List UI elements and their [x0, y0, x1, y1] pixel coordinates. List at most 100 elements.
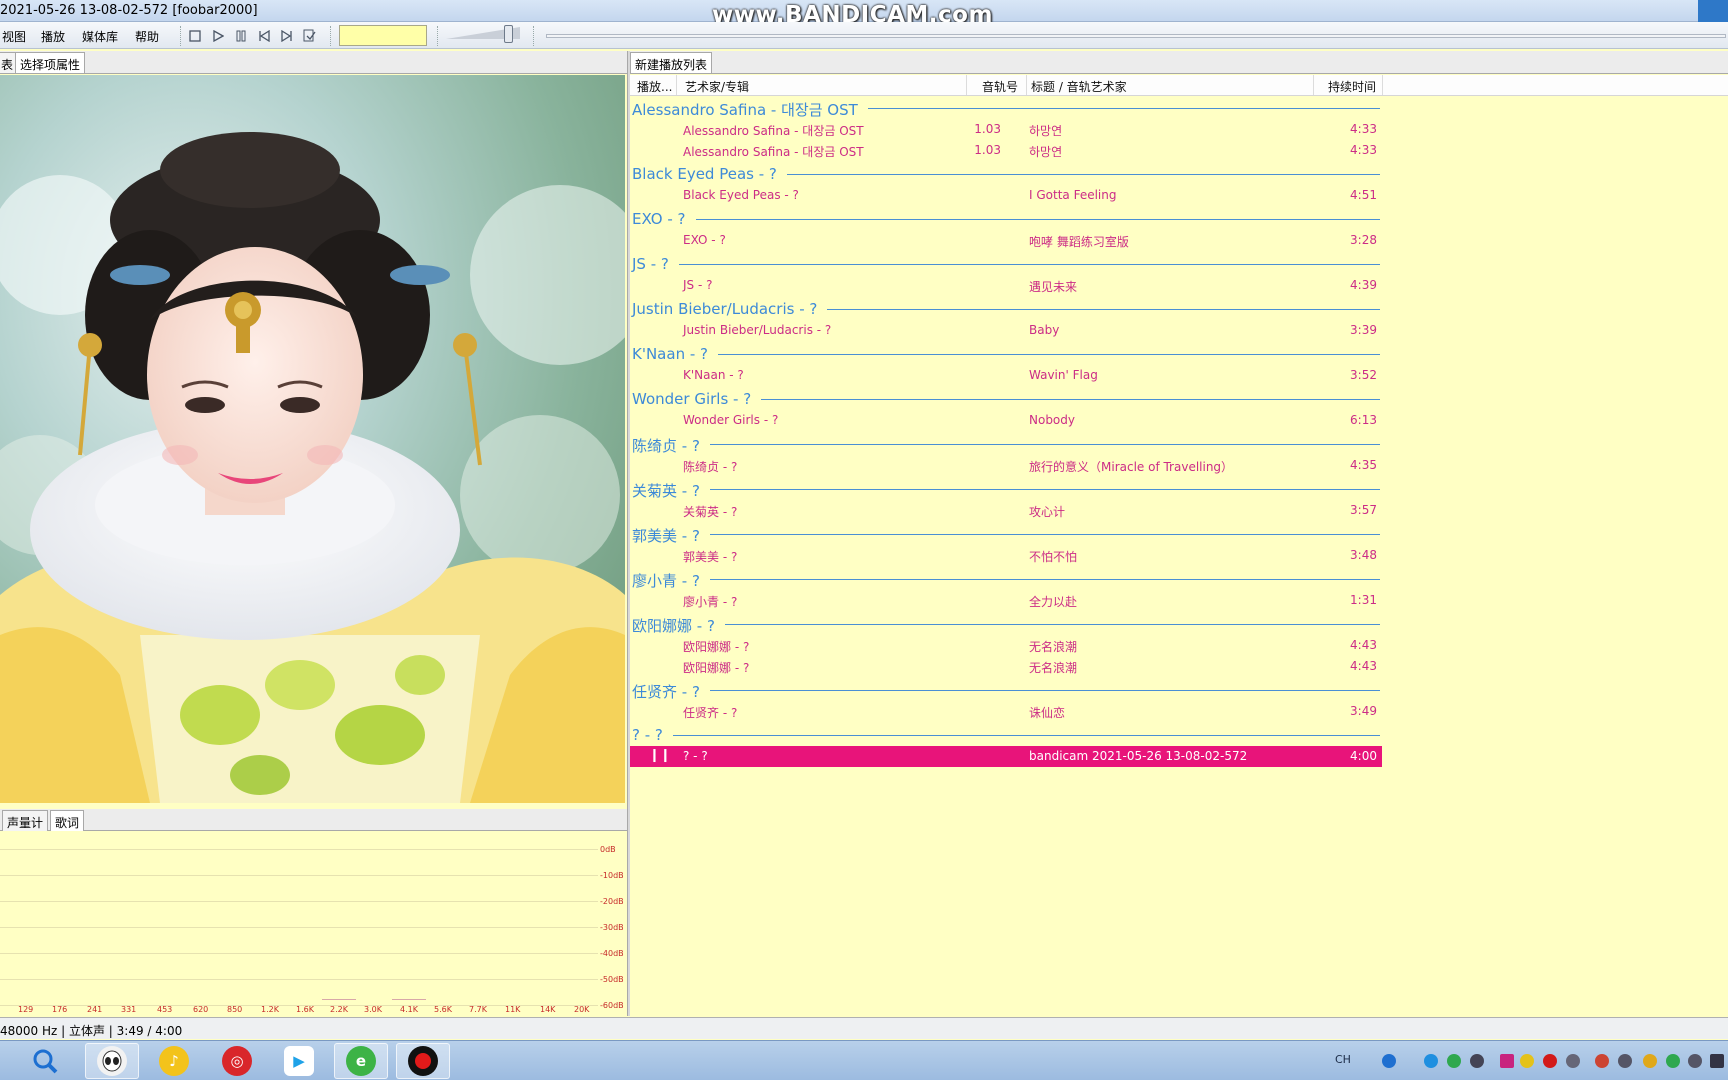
- playlist-row[interactable]: 廖小青 - ? 全力以赴 1:31: [630, 590, 1382, 611]
- track-duration: 3:52: [1350, 368, 1377, 382]
- menu-library[interactable]: 媒体库: [82, 28, 118, 45]
- netease-music-app[interactable]: ◎: [210, 1043, 264, 1079]
- youku-icon: ▶: [284, 1046, 314, 1076]
- playlist-group-header[interactable]: 廖小青 - ?: [632, 567, 1382, 591]
- record-tray-icon[interactable]: [1543, 1054, 1557, 1068]
- playlist-group-header[interactable]: EXO - ?: [632, 207, 1382, 229]
- playlist-row-playing[interactable]: ❙❙ ? - ? bandicam 2021-05-26 13-08-02-572 4…: [630, 746, 1382, 767]
- playlist-row[interactable]: Alessandro Safina - 대장금 OST 1.03 하망연 4:33: [630, 119, 1382, 140]
- search-input[interactable]: [339, 25, 427, 46]
- security-tray-icon[interactable]: [1447, 1054, 1461, 1068]
- playlist-group-header[interactable]: K'Naan - ?: [632, 342, 1382, 364]
- show-desktop-icon[interactable]: [1710, 1054, 1724, 1068]
- volume-tray-icon[interactable]: [1618, 1054, 1632, 1068]
- playlist-group-header[interactable]: Black Eyed Peas - ?: [632, 162, 1382, 184]
- playlist-group-header[interactable]: 关菊英 - ?: [632, 477, 1382, 501]
- db-gridline: [0, 953, 598, 954]
- playlist-row[interactable]: Black Eyed Peas - ? I Gotta Feeling 4:51: [630, 185, 1382, 206]
- playlist-row[interactable]: Alessandro Safina - 대장금 OST 1.03 하망연 4:33: [630, 140, 1382, 161]
- playlist-group-header[interactable]: 郭美美 - ?: [632, 522, 1382, 546]
- menu-playback[interactable]: 播放: [41, 28, 65, 45]
- column-title[interactable]: 标题 / 音轨艺术家: [1031, 78, 1127, 95]
- playlist-group-header[interactable]: Wonder Girls - ?: [632, 387, 1382, 409]
- menu-help[interactable]: 帮助: [135, 28, 159, 45]
- track-artist: K'Naan - ?: [683, 368, 744, 382]
- tab-selection-properties[interactable]: 选择项属性: [15, 52, 86, 73]
- kugou-tray-icon[interactable]: [1424, 1054, 1438, 1068]
- track-duration: 4:43: [1350, 659, 1377, 673]
- playlist-row[interactable]: 关菊英 - ? 攻心计 3:57: [630, 500, 1382, 521]
- column-artist-album[interactable]: 艺术家/专辑: [685, 78, 749, 95]
- track-title: Wavin' Flag: [1029, 368, 1098, 382]
- previous-icon[interactable]: [255, 27, 272, 44]
- playlist-row[interactable]: JS - ? 遇见未来 4:39: [630, 275, 1382, 296]
- tab-lyrics[interactable]: 歌词: [50, 810, 85, 831]
- app-tray-icon[interactable]: [1520, 1054, 1534, 1068]
- input-language[interactable]: CH: [1335, 1053, 1351, 1066]
- column-track-number[interactable]: 音轨号: [982, 78, 1018, 95]
- column-duration[interactable]: 持续时间: [1328, 78, 1376, 95]
- kuwo-app[interactable]: ♪: [147, 1043, 201, 1079]
- playlist-row[interactable]: 任贤齐 - ? 诛仙恋 3:49: [630, 701, 1382, 722]
- speaker-tray-icon[interactable]: [1688, 1054, 1702, 1068]
- playlist-row[interactable]: 陈绮贞 - ? 旅行的意义（Miracle of Travelling） 4:35: [630, 455, 1382, 476]
- bandicam-app[interactable]: [396, 1043, 450, 1079]
- window-controls[interactable]: [1698, 0, 1728, 22]
- search-app[interactable]: [18, 1043, 72, 1079]
- playlist-row[interactable]: Justin Bieber/Ludacris - ? Baby 3:39: [630, 320, 1382, 341]
- column-separator[interactable]: [966, 75, 967, 95]
- column-separator[interactable]: [676, 75, 677, 95]
- menu-view[interactable]: 视图: [2, 28, 26, 45]
- track-duration: 4:00: [1350, 749, 1377, 763]
- kugou-app[interactable]: [85, 1043, 139, 1079]
- group-name: 郭美美 - ?: [632, 525, 710, 546]
- youku-app[interactable]: ▶: [272, 1043, 326, 1079]
- playlist-group-header[interactable]: Justin Bieber/Ludacris - ?: [632, 297, 1382, 319]
- column-separator[interactable]: [1313, 75, 1314, 95]
- track-artist: ? - ?: [683, 749, 708, 763]
- next-icon[interactable]: [278, 27, 295, 44]
- frequency-label: 20K: [574, 1005, 590, 1014]
- update-tray-icon[interactable]: [1643, 1054, 1657, 1068]
- playlist-row[interactable]: 郭美美 - ? 不怕不怕 3:48: [630, 545, 1382, 566]
- group-name: ? - ?: [632, 726, 673, 744]
- flag-tray-icon[interactable]: [1595, 1054, 1609, 1068]
- group-name: 陈绮贞 - ?: [632, 435, 710, 456]
- playlist-group-header[interactable]: 任贤齐 - ?: [632, 678, 1382, 702]
- tab-volume-meter[interactable]: 声量计: [2, 810, 49, 831]
- group-divider: [632, 444, 1380, 445]
- group-name: 欧阳娜娜 - ?: [632, 615, 725, 636]
- random-icon[interactable]: [301, 27, 318, 44]
- playlist-group-header[interactable]: 欧阳娜娜 - ?: [632, 612, 1382, 636]
- playlist-group-header[interactable]: JS - ?: [632, 252, 1382, 274]
- media-tray-icon[interactable]: [1500, 1054, 1514, 1068]
- column-playing[interactable]: 播放...: [637, 78, 672, 95]
- playlist-group-header[interactable]: 陈绮贞 - ?: [632, 432, 1382, 456]
- stop-icon[interactable]: [186, 27, 203, 44]
- pause-icon[interactable]: [232, 27, 249, 44]
- playlist-group-header[interactable]: ? - ?: [632, 723, 1382, 745]
- playlist-row[interactable]: K'Naan - ? Wavin' Flag 3:52: [630, 365, 1382, 386]
- column-separator[interactable]: [1382, 75, 1383, 95]
- playlist-row[interactable]: Wonder Girls - ? Nobody 6:13: [630, 410, 1382, 431]
- seek-bar[interactable]: [546, 34, 1726, 38]
- album-artwork: [0, 75, 625, 803]
- column-separator[interactable]: [1026, 75, 1027, 95]
- power-tray-icon[interactable]: [1566, 1054, 1580, 1068]
- group-name: Black Eyed Peas - ?: [632, 165, 787, 183]
- browser-icon: e: [346, 1046, 376, 1076]
- playlist-row[interactable]: EXO - ? 咆哮 舞蹈练习室版 3:28: [630, 230, 1382, 251]
- volume-thumb[interactable]: [504, 25, 513, 43]
- help-icon[interactable]: [1382, 1054, 1396, 1068]
- network-tray-icon[interactable]: [1470, 1054, 1484, 1068]
- browser-app[interactable]: e: [334, 1043, 388, 1079]
- track-artist: 关菊英 - ?: [683, 505, 738, 519]
- volume-slider[interactable]: [446, 25, 524, 43]
- green-tray-icon[interactable]: [1666, 1054, 1680, 1068]
- playlist-group-header[interactable]: Alessandro Safina - 대장금 OST: [632, 96, 1382, 120]
- playlist-row[interactable]: 欧阳娜娜 - ? 无名浪潮 4:43: [630, 656, 1382, 677]
- playlist-row[interactable]: 欧阳娜娜 - ? 无名浪潮 4:43: [630, 635, 1382, 656]
- play-icon[interactable]: [209, 27, 226, 44]
- tab-new-playlist[interactable]: 新建播放列表: [630, 52, 713, 73]
- track-duration: 4:39: [1350, 278, 1377, 292]
